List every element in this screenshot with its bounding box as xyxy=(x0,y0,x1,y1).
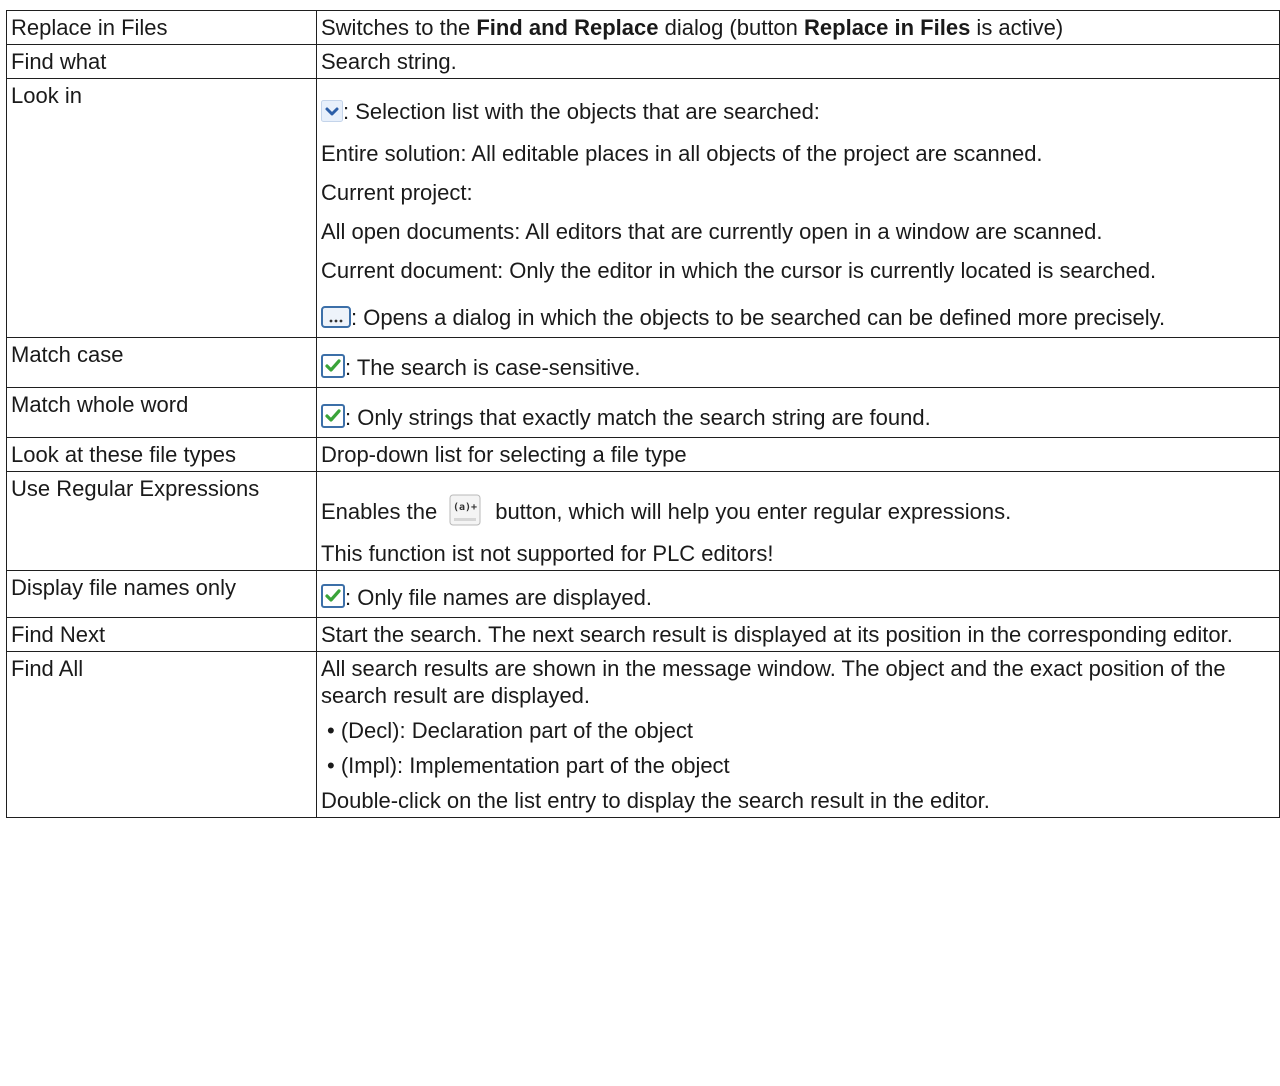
row-description: Drop-down list for selecting a file type xyxy=(316,437,1280,472)
checked-checkbox-icon xyxy=(321,354,345,384)
regex-description-after: button, which will help you enter regula… xyxy=(495,499,1012,524)
row-label: Find what xyxy=(6,44,317,79)
desc-bold: Replace in Files xyxy=(804,15,971,40)
checkbox-description: : Only file names are displayed. xyxy=(345,585,652,610)
row-label: Display file names only xyxy=(6,570,317,618)
row-description: : Only file names are displayed. xyxy=(316,570,1280,618)
list-item: • (Decl): Declaration part of the object xyxy=(327,718,693,743)
row-label: Look in xyxy=(6,78,317,338)
table-row: Look in : Selection list with the object… xyxy=(6,78,1280,338)
option-entire-solution: Entire solution: All editable places in … xyxy=(321,141,1043,166)
row-description: : Selection list with the objects that a… xyxy=(316,78,1280,338)
list-item: • (Impl): Implementation part of the obj… xyxy=(327,753,730,778)
browse-line: : Opens a dialog in which the objects to… xyxy=(321,304,1275,334)
option-current-document: Current document: Only the editor in whi… xyxy=(321,258,1157,283)
chevron-down-icon xyxy=(321,100,343,128)
ellipsis-button-icon xyxy=(321,306,351,334)
checkbox-description: : The search is case-sensitive. xyxy=(345,355,641,380)
table-row: Display file names only : Only file name… xyxy=(6,570,1280,618)
checked-checkbox-icon xyxy=(321,584,345,614)
row-description: Search string. xyxy=(316,44,1280,79)
row-label: Replace in Files xyxy=(6,10,317,45)
desc-bold: Find and Replace xyxy=(476,15,659,40)
row-description: Enables the (a)+ button, which will help… xyxy=(316,471,1280,571)
table-row: Match case : The search is case-sensitiv… xyxy=(6,337,1280,388)
table-row: Match whole word : Only strings that exa… xyxy=(6,387,1280,438)
desc-text: Switches to the xyxy=(321,15,477,40)
row-label: Match whole word xyxy=(6,387,317,438)
row-description: : Only strings that exactly match the se… xyxy=(316,387,1280,438)
desc-text: is active) xyxy=(970,15,1064,40)
find-all-footer: Double-click on the list entry to displa… xyxy=(321,788,990,813)
row-description: Switches to the Find and Replace dialog … xyxy=(316,10,1280,45)
dropdown-description: : Selection list with the objects that a… xyxy=(343,99,820,124)
row-label: Find Next xyxy=(6,617,317,652)
regex-insert-icon: (a)+ xyxy=(449,494,481,532)
option-all-open-documents: All open documents: All editors that are… xyxy=(321,219,1103,244)
regex-note: This function ist not supported for PLC … xyxy=(321,541,774,566)
table-row: Find Next Start the search. The next sea… xyxy=(6,617,1280,652)
bullet-text: (Impl): Implementation part of the objec… xyxy=(340,753,730,778)
bullet-text: (Decl): Declaration part of the object xyxy=(340,718,693,743)
table-row: Replace in Files Switches to the Find an… xyxy=(6,10,1280,45)
table-row: Find what Search string. xyxy=(6,44,1280,79)
dropdown-line: : Selection list with the objects that a… xyxy=(321,98,1275,128)
options-table: Replace in Files Switches to the Find an… xyxy=(6,10,1280,818)
find-all-description: All search results are shown in the mess… xyxy=(321,656,1226,708)
row-label: Look at these file types xyxy=(6,437,317,472)
table-row: Look at these file types Drop-down list … xyxy=(6,437,1280,472)
table-row: Find All All search results are shown in… xyxy=(6,651,1280,818)
row-label: Find All xyxy=(6,651,317,818)
regex-description-before: Enables the xyxy=(321,499,438,524)
row-label: Match case xyxy=(6,337,317,388)
row-description: : The search is case-sensitive. xyxy=(316,337,1280,388)
option-current-project: Current project: xyxy=(321,180,473,205)
table-row: Use Regular Expressions Enables the (a)+… xyxy=(6,471,1280,571)
checked-checkbox-icon xyxy=(321,404,345,434)
desc-text: dialog (button xyxy=(658,15,805,40)
row-description: Start the search. The next search result… xyxy=(316,617,1280,652)
svg-text:(a)+: (a)+ xyxy=(453,502,477,513)
row-description: All search results are shown in the mess… xyxy=(316,651,1280,818)
checkbox-description: : Only strings that exactly match the se… xyxy=(345,405,931,430)
row-label: Use Regular Expressions xyxy=(6,471,317,571)
browse-description: : Opens a dialog in which the objects to… xyxy=(351,305,1166,330)
